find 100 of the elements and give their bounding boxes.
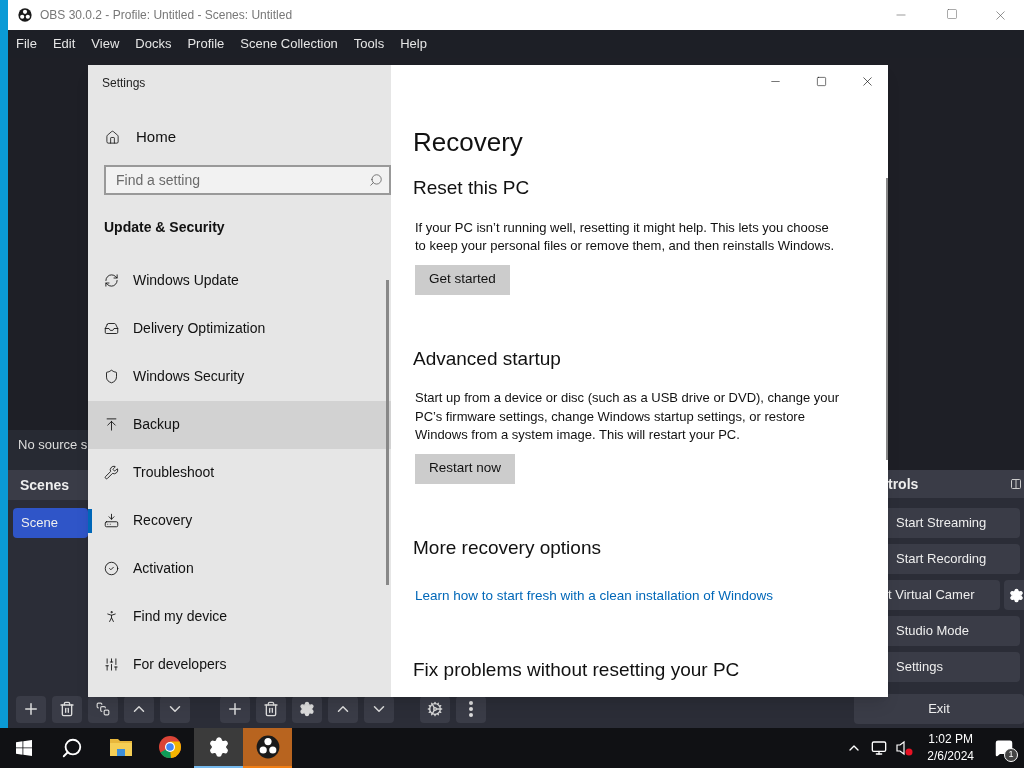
menu-item[interactable]: Edit: [52, 34, 76, 54]
nav-item[interactable]: For developers: [88, 640, 391, 689]
trash-icon: [263, 701, 279, 717]
home-icon: [105, 129, 120, 145]
nav-label: For developers: [133, 655, 227, 674]
dock-float-icon[interactable]: [1010, 478, 1022, 490]
nav-label: Backup: [133, 415, 180, 434]
page-title: Recovery: [413, 126, 524, 159]
inbox-icon: [104, 321, 119, 336]
home-link[interactable]: Home: [105, 126, 391, 149]
action-button[interactable]: Restart now: [415, 453, 516, 484]
clock-time: 1:02 PM: [928, 731, 973, 748]
nav-item[interactable]: Delivery Optimization: [88, 304, 391, 353]
drive-icon: [104, 513, 119, 528]
shield-icon: [104, 369, 119, 384]
exit-button[interactable]: Exit: [854, 694, 1024, 724]
control-button[interactable]: Studio Mode: [888, 616, 1020, 646]
settings-title: Settings: [102, 75, 147, 92]
control-button[interactable]: t Virtual Camer: [888, 580, 1000, 610]
network-icon[interactable]: [871, 740, 888, 756]
add-button[interactable]: [16, 695, 46, 723]
nav-label: Troubleshoot: [133, 463, 215, 482]
nav-item[interactable]: Windows Security: [88, 352, 391, 401]
windows-logo-icon: [16, 740, 32, 756]
recovery-link[interactable]: Learn how to start fresh with a clean installation of Windows: [415, 586, 840, 607]
delete-button[interactable]: [52, 695, 82, 723]
refresh-icon: [104, 273, 119, 288]
gear-icon: [1009, 587, 1024, 603]
nav-item[interactable]: Activation: [88, 544, 391, 593]
menu-item[interactable]: View: [91, 34, 120, 54]
folder-icon: [108, 737, 133, 757]
menu-item[interactable]: Scene Collection: [240, 34, 338, 54]
nav-label: Windows Update: [133, 271, 239, 290]
settings-gear-icon: [207, 736, 230, 758]
taskbar-app[interactable]: [243, 728, 292, 768]
nav-item[interactable]: Backup: [88, 400, 391, 449]
section-title: Advanced startup: [413, 346, 562, 371]
search-icon: [369, 172, 383, 187]
section-text: Start up from a device or disc (such as a USB drive or DVD), change your PC’s firmware settings, change Windows startup settings, or restore Windows from a system image. This will restart your PC.: [415, 389, 840, 444]
menu-item[interactable]: Docks: [135, 34, 172, 54]
home-label: Home: [136, 127, 176, 147]
dock-title: trols: [888, 474, 919, 494]
clock[interactable]: 1:02 PM 2/6/2024: [917, 731, 984, 765]
more-icon: [469, 701, 473, 717]
nav-label: Delivery Optimization: [133, 319, 266, 338]
menu-item[interactable]: Help: [400, 34, 427, 54]
taskbar-app[interactable]: [194, 728, 243, 768]
nav-item[interactable]: Windows Update: [88, 256, 391, 305]
nav-label: Recovery: [133, 511, 193, 530]
search-field[interactable]: Find a setting: [104, 164, 391, 195]
move-down-button[interactable]: [160, 695, 190, 723]
settings-button[interactable]: [292, 695, 322, 723]
upload-arrow-icon: [104, 417, 119, 432]
stack-icon: [96, 702, 110, 716]
chrome-icon: [157, 735, 182, 759]
check-circle-icon: [104, 561, 119, 576]
move-down-button[interactable]: [364, 695, 394, 723]
nav-item[interactable]: Find my device: [88, 592, 391, 641]
gear-button[interactable]: [1004, 580, 1024, 610]
section-title: Fix problems without resetting your PC: [413, 658, 741, 683]
obs-logo-icon: [18, 8, 32, 22]
nav-label: Windows Security: [133, 367, 245, 386]
control-button[interactable]: Start Recording: [888, 544, 1020, 574]
nav-label: Find my device: [133, 607, 228, 626]
menu-item[interactable]: Profile: [187, 34, 225, 54]
obs-logo-icon: [255, 735, 280, 759]
scene-item[interactable]: Scene: [13, 508, 88, 538]
filter-button[interactable]: [88, 695, 118, 723]
person-icon: [104, 609, 119, 624]
section-heading: Update & Security: [104, 217, 226, 237]
control-button[interactable]: Start Streaming: [888, 508, 1020, 538]
volume-muted-icon[interactable]: [895, 740, 914, 756]
clock-date: 2/6/2024: [927, 748, 974, 765]
action-button[interactable]: Get started: [415, 264, 510, 295]
section-title: More recovery options: [413, 535, 602, 560]
trash-icon: [59, 701, 75, 717]
nav-label: Activation: [133, 559, 194, 578]
wrench-icon: [104, 465, 119, 480]
status-text: No source s: [18, 436, 88, 455]
search-icon: [61, 737, 83, 759]
sliders-icon: [104, 657, 119, 672]
notification-button[interactable]: 1: [984, 728, 1024, 768]
move-up-button[interactable]: [124, 695, 154, 723]
plus-icon: [226, 700, 244, 718]
dock-title: Scenes: [20, 475, 70, 495]
window-title: OBS 30.0.2 - Profile: Untitled - Scenes: Untitled: [40, 7, 293, 24]
delete-button[interactable]: [256, 695, 286, 723]
menu-item[interactable]: File: [16, 34, 37, 54]
menu-item[interactable]: Tools: [353, 34, 385, 54]
nav-item[interactable]: Troubleshoot: [88, 448, 391, 497]
section-text: If your PC isn’t running well, resetting it might help. This lets you choose to keep your personal files or remove them, and then reinstalls Windows.: [415, 218, 836, 255]
control-button[interactable]: Settings: [888, 652, 1020, 682]
more-button[interactable]: [456, 695, 486, 723]
add-button[interactable]: [220, 695, 250, 723]
move-up-button[interactable]: [328, 695, 358, 723]
gear-icon: [299, 701, 315, 717]
maximize-icon[interactable]: [816, 75, 827, 87]
plus-icon: [22, 700, 40, 718]
notification-badge: 1: [1004, 748, 1018, 762]
advanced-settings-button[interactable]: [420, 695, 450, 723]
